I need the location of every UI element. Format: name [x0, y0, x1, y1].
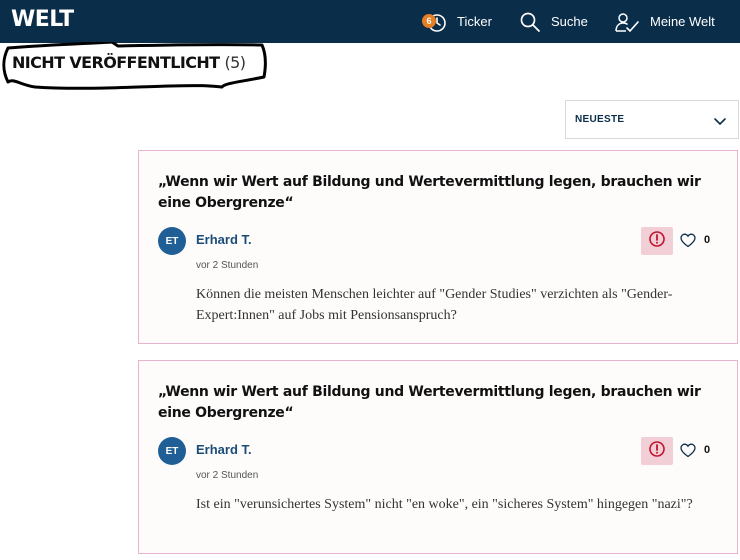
avatar: ET	[158, 227, 186, 255]
like-count: 0	[704, 234, 711, 246]
search-label: Suche	[551, 14, 588, 29]
heart-icon	[680, 443, 696, 462]
search-nav-item[interactable]: Suche	[519, 0, 588, 43]
comment-text: Ist ein "verunsichertes System" nicht "e…	[196, 497, 693, 512]
account-label: Meine Welt	[650, 14, 715, 29]
comment-count: (5)	[224, 53, 246, 72]
ticker-badge: 6	[422, 13, 436, 28]
sort-selected-value: NEUESTE	[575, 114, 625, 125]
chevron-down-icon	[713, 114, 727, 131]
ticker-label: Ticker	[457, 14, 492, 29]
section-header: NICHT VERÖFFENTLICHT (5)	[0, 42, 270, 92]
avatar: ET	[158, 437, 186, 465]
user-check-icon	[614, 11, 640, 33]
account-nav-item[interactable]: Meine Welt	[614, 0, 715, 43]
comment-timestamp: vor 2 Stunden	[196, 260, 259, 271]
article-title-link[interactable]: „Wenn wir Wert auf Bildung und Werteverm…	[158, 172, 718, 214]
report-button[interactable]	[641, 437, 673, 465]
search-icon	[519, 11, 541, 33]
ticker-nav-item[interactable]: 6 Ticker	[422, 0, 492, 43]
welt-logo[interactable]: WELT	[11, 7, 74, 32]
report-button[interactable]	[641, 227, 673, 255]
alert-circle-icon	[648, 230, 666, 253]
alert-circle-icon	[648, 440, 666, 463]
page-title: NICHT VERÖFFENTLICHT (5)	[12, 53, 246, 72]
like-count: 0	[704, 444, 711, 456]
article-title-link[interactable]: „Wenn wir Wert auf Bildung und Werteverm…	[158, 382, 718, 424]
top-navigation: WELT 6 Ticker Suche Meine Welt	[0, 0, 740, 43]
comment-text: Können die meisten Menschen leichter auf…	[196, 287, 673, 323]
clock-icon: 6	[422, 11, 447, 33]
like-button[interactable]	[680, 443, 696, 463]
author-name[interactable]: Erhard T.	[196, 442, 252, 457]
comment-timestamp: vor 2 Stunden	[196, 470, 259, 481]
heart-icon	[680, 233, 696, 252]
comment-card: „Wenn wir Wert auf Bildung und Werteverm…	[138, 360, 738, 554]
comment-card: „Wenn wir Wert auf Bildung und Werteverm…	[138, 150, 738, 344]
sort-dropdown[interactable]: NEUESTE	[565, 100, 739, 139]
like-button[interactable]	[680, 233, 696, 253]
section-title-text: NICHT VERÖFFENTLICHT	[12, 53, 220, 72]
author-name[interactable]: Erhard T.	[196, 232, 252, 247]
